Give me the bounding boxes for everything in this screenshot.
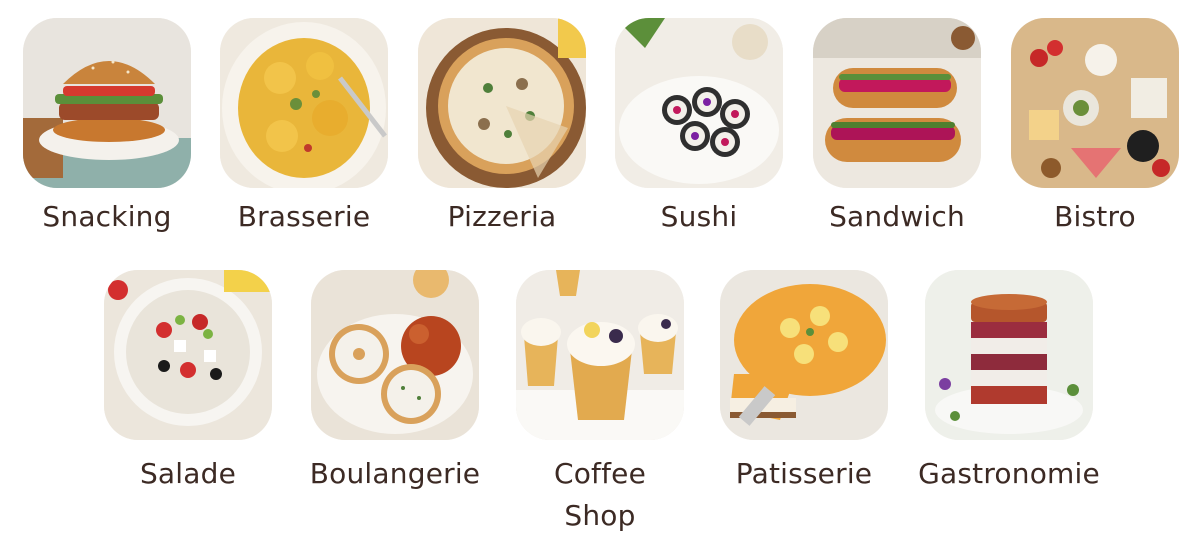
pizza-image	[418, 18, 586, 188]
cupcakes-image	[516, 270, 684, 440]
category-label: Coffee Shop	[553, 457, 647, 532]
category-boulangerie[interactable]: Boulangerie	[310, 270, 480, 490]
category-label: Boulangerie	[309, 457, 481, 490]
category-label: Patisserie	[735, 457, 873, 490]
category-coffee-shop[interactable]: Coffee Shop	[516, 270, 684, 532]
category-label: Snacking	[42, 200, 172, 233]
category-sushi[interactable]: Sushi	[615, 18, 783, 233]
cheesecake-image	[720, 270, 888, 440]
bagel-image	[311, 270, 479, 440]
sandwich-image	[813, 18, 981, 188]
category-salade[interactable]: Salade	[104, 270, 272, 490]
category-snacking[interactable]: Snacking	[23, 18, 191, 233]
category-label: Brasserie	[237, 200, 371, 233]
category-label: Sandwich	[829, 200, 965, 233]
burger-image	[23, 18, 191, 188]
category-label: Salade	[139, 457, 237, 490]
category-patisserie[interactable]: Patisserie	[720, 270, 888, 490]
category-pizzeria[interactable]: Pizzeria	[418, 18, 586, 233]
category-label: Gastronomie	[918, 457, 1100, 490]
layered-dessert-image	[925, 270, 1093, 440]
category-label: Bistro	[1054, 200, 1136, 233]
category-sandwich[interactable]: Sandwich	[813, 18, 981, 233]
category-label: Pizzeria	[447, 200, 557, 233]
category-label: Sushi	[660, 200, 738, 233]
pasta-dish-image	[220, 18, 388, 188]
sushi-rolls-image	[615, 18, 783, 188]
category-bistro[interactable]: Bistro	[1011, 18, 1179, 233]
category-gastronomie[interactable]: Gastronomie	[918, 270, 1100, 490]
charcuterie-board-image	[1011, 18, 1179, 188]
category-grid: Snacking Brasserie Pizzeria Sushi Sandwi…	[0, 0, 1200, 541]
salad-bowl-image	[104, 270, 272, 440]
category-brasserie[interactable]: Brasserie	[220, 18, 388, 233]
